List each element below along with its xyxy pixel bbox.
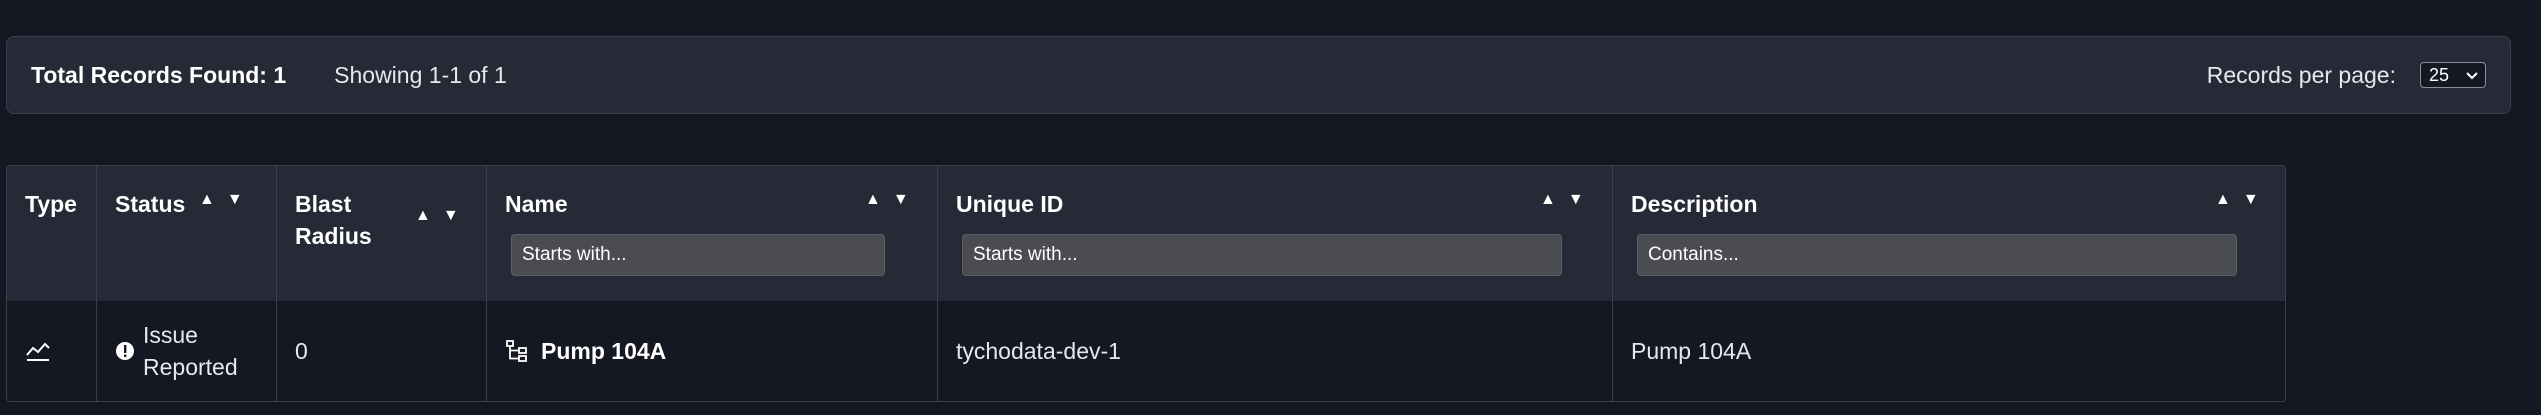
records-per-page-select[interactable]: 25 xyxy=(2420,62,2486,88)
status-line2: Reported xyxy=(143,354,238,380)
alert-circle-icon xyxy=(116,342,134,360)
showing-range-label: Showing 1-1 of 1 xyxy=(334,61,507,88)
unique-id-value: tychodata-dev-1 xyxy=(956,338,1121,364)
hierarchy-icon xyxy=(506,340,527,362)
table-header-row: Type Status ▲ ▼ Blast Radius ▲ ▼ Name ▲ … xyxy=(7,166,2285,302)
blast-radius-value: 0 xyxy=(295,338,308,364)
header-unique-id-label: Unique ID xyxy=(956,191,1064,217)
header-status-label: Status xyxy=(115,191,186,217)
name-filter-input[interactable] xyxy=(511,234,885,276)
status-sort-controls: ▲ ▼ xyxy=(199,190,243,210)
header-type: Type xyxy=(7,166,97,301)
header-type-label: Type xyxy=(25,191,77,217)
results-summary-bar: Total Records Found: 1 Showing 1-1 of 1 … xyxy=(6,36,2511,114)
unique-id-sort-controls: ▲ ▼ xyxy=(1540,190,1584,210)
unique-id-filter-input[interactable] xyxy=(962,234,1562,276)
header-blast-radius-line2: Radius xyxy=(295,223,372,249)
table-row[interactable]: Issue Reported 0 Pump 104A tychodata-dev… xyxy=(7,301,2285,401)
chevron-down-icon xyxy=(2466,72,2478,80)
header-unique-id: Unique ID ▲ ▼ xyxy=(938,166,1613,301)
description-sort-controls: ▲ ▼ xyxy=(2215,190,2259,210)
header-status: Status ▲ ▼ xyxy=(97,166,277,301)
sort-desc-button[interactable]: ▼ xyxy=(227,190,243,210)
cell-blast-radius: 0 xyxy=(277,301,487,401)
cell-type xyxy=(7,301,97,401)
sort-desc-button[interactable]: ▼ xyxy=(2243,190,2259,210)
name-content[interactable]: Pump 104A xyxy=(505,301,666,401)
cell-status: Issue Reported xyxy=(97,301,277,401)
type-icon-wrap xyxy=(25,301,51,401)
asset-name-link[interactable]: Pump 104A xyxy=(541,335,666,367)
blast-radius-sort-controls: ▲ ▼ xyxy=(415,206,459,226)
status-content: Issue Reported xyxy=(115,301,238,401)
sort-desc-button[interactable]: ▼ xyxy=(443,206,459,226)
sort-asc-button[interactable]: ▲ xyxy=(199,190,215,210)
header-blast-radius-line1: Blast xyxy=(295,191,352,217)
header-blast-radius: Blast Radius ▲ ▼ xyxy=(277,166,487,301)
header-name: Name ▲ ▼ xyxy=(487,166,938,301)
status-line1: Issue xyxy=(143,322,198,348)
header-description: Description ▲ ▼ xyxy=(1613,166,2285,301)
sort-desc-button[interactable]: ▼ xyxy=(893,190,909,210)
cell-description: Pump 104A xyxy=(1613,301,2285,401)
header-description-label: Description xyxy=(1631,191,1758,217)
sort-asc-button[interactable]: ▲ xyxy=(415,206,431,226)
cell-unique-id: tychodata-dev-1 xyxy=(938,301,1613,401)
sort-asc-button[interactable]: ▲ xyxy=(2215,190,2231,210)
status-text: Issue Reported xyxy=(143,319,238,383)
cell-name: Pump 104A xyxy=(487,301,938,401)
records-per-page-value: 25 xyxy=(2429,64,2450,85)
header-blast-radius-label: Blast Radius xyxy=(295,188,372,252)
description-filter-input[interactable] xyxy=(1637,234,2237,276)
sort-asc-button[interactable]: ▲ xyxy=(865,190,881,210)
results-table: Type Status ▲ ▼ Blast Radius ▲ ▼ Name ▲ … xyxy=(6,165,2286,402)
trend-chart-icon xyxy=(26,342,50,361)
total-records-label: Total Records Found: 1 xyxy=(31,61,287,88)
sort-asc-button[interactable]: ▲ xyxy=(1540,190,1556,210)
records-per-page-label: Records per page: xyxy=(2206,61,2396,88)
name-sort-controls: ▲ ▼ xyxy=(865,190,909,210)
header-name-label: Name xyxy=(505,191,568,217)
sort-desc-button[interactable]: ▼ xyxy=(1568,190,1584,210)
description-value: Pump 104A xyxy=(1631,338,1752,364)
